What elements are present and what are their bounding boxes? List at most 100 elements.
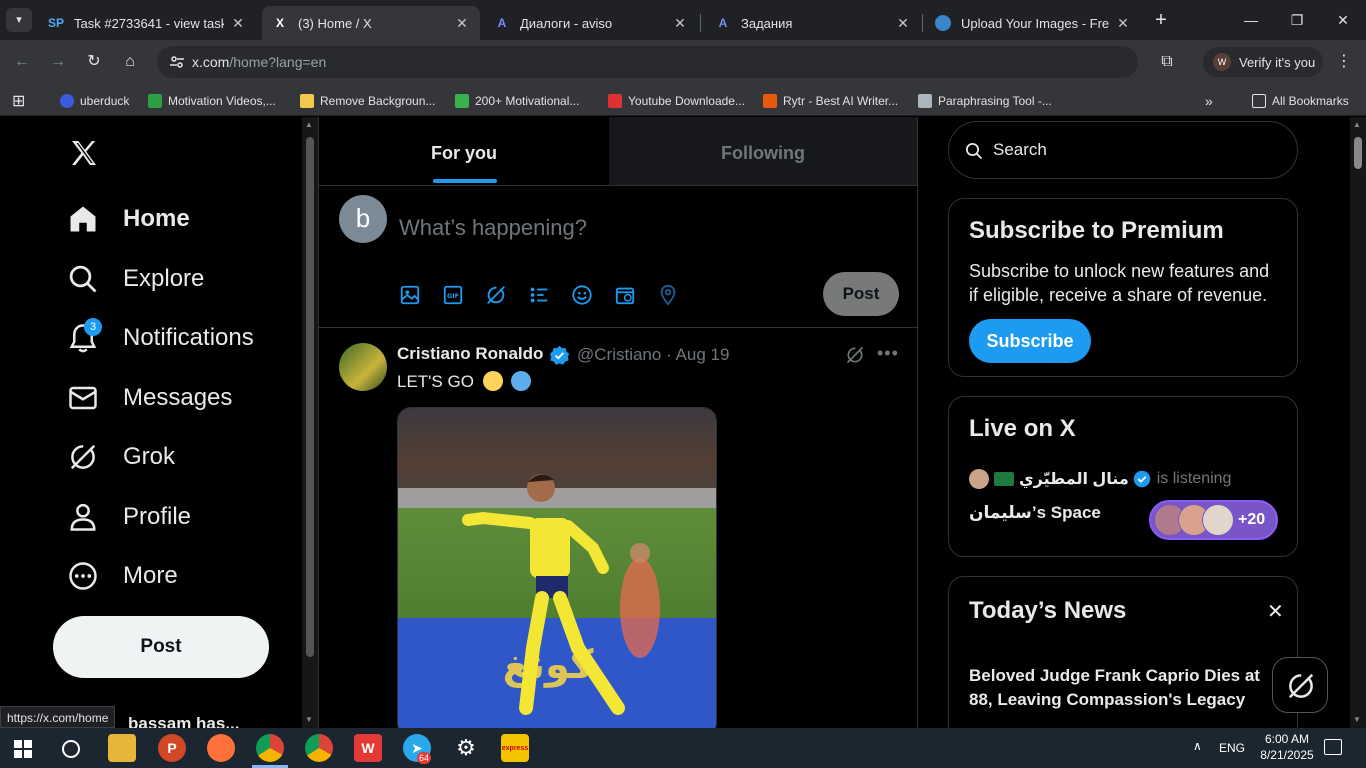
x-logo-icon[interactable] — [68, 137, 100, 169]
scrollbar-thumb[interactable] — [306, 137, 314, 657]
clock[interactable]: 6:00 AM 8/21/2025 — [1254, 731, 1320, 763]
back-icon[interactable]: ← — [10, 50, 34, 74]
express-app-icon[interactable]: express — [501, 734, 529, 762]
scrollbar-thumb[interactable] — [1354, 137, 1362, 169]
listeners-count: +20 — [1238, 511, 1266, 528]
bookmark-rytr[interactable]: Rytr - Best AI Writer... — [763, 92, 898, 110]
bookmark-youtube-downloader[interactable]: Youtube Downloade... — [608, 92, 745, 110]
active-tab-indicator — [433, 179, 497, 183]
nav-profile[interactable]: Profile — [68, 497, 191, 537]
more-options-icon[interactable]: ••• — [877, 343, 899, 364]
cortana-search-icon[interactable] — [62, 740, 80, 758]
bookmark-remove-background[interactable]: Remove Backgroun... — [300, 92, 435, 110]
address-bar[interactable]: x.com/home?lang=en — [157, 46, 1138, 78]
reload-icon[interactable]: ↻ — [82, 50, 106, 74]
tab-zadaniya[interactable]: A Задания ✕ — [705, 6, 921, 40]
tab-for-you[interactable]: For you — [319, 117, 609, 185]
bookmark-paraphrasing[interactable]: Paraphrasing Tool -... — [918, 92, 1052, 110]
wps-presentation-icon[interactable]: P — [158, 734, 186, 762]
close-icon[interactable]: ✕ — [1115, 15, 1131, 31]
close-icon[interactable]: ✕ — [895, 15, 911, 31]
tab-following[interactable]: Following — [609, 117, 917, 185]
language-indicator[interactable]: ENG — [1219, 741, 1245, 755]
scroll-down-icon[interactable]: ▼ — [1353, 715, 1361, 724]
compose-post-button[interactable]: Post — [823, 272, 899, 316]
close-icon[interactable]: ✕ — [672, 15, 688, 31]
maximize-icon[interactable]: ❐ — [1282, 8, 1312, 32]
listeners-pill[interactable]: +20 — [1149, 500, 1278, 540]
file-explorer-icon[interactable] — [108, 734, 136, 762]
tray-overflow-icon[interactable]: ∧ — [1193, 739, 1202, 753]
avatar[interactable] — [339, 343, 387, 391]
scrollbar[interactable]: ▲ ▼ — [302, 117, 318, 728]
avatar[interactable]: b — [339, 195, 387, 243]
bookmark-uberduck[interactable]: uberduck — [60, 92, 129, 110]
close-icon[interactable]: ✕ — [230, 15, 246, 31]
nav-more[interactable]: More — [68, 556, 178, 596]
action-center-icon[interactable] — [1324, 739, 1342, 755]
x-logo-icon: X — [275, 16, 284, 30]
chrome-icon[interactable] — [305, 734, 333, 762]
nav-label: Home — [123, 205, 190, 232]
settings-gear-icon[interactable]: ⚙ — [452, 734, 480, 762]
tab-upload-images[interactable]: Upload Your Images - Free In ✕ — [925, 6, 1141, 40]
tab-label: Following — [721, 143, 805, 163]
windows-start-icon[interactable] — [14, 740, 32, 758]
tweet-image[interactable]: كونغ — [397, 407, 717, 728]
compose-input[interactable]: What’s happening? — [399, 215, 587, 241]
tab-x-home[interactable]: X (3) Home / X ✕ — [262, 6, 480, 40]
live-space-title[interactable]: سليمان’s Space — [969, 503, 1101, 523]
account-switcher[interactable]: bassam has... — [128, 714, 240, 728]
verify-profile-button[interactable]: W Verify it's you — [1203, 47, 1323, 77]
nav-home[interactable]: Home — [68, 199, 190, 239]
window-close-icon[interactable]: ✕ — [1328, 8, 1358, 32]
extensions-icon[interactable]: ⧉ — [1155, 50, 1179, 74]
image-icon[interactable] — [399, 284, 421, 306]
tweet-date[interactable]: Aug 19 — [676, 345, 730, 364]
bookmark-motivation-videos[interactable]: Motivation Videos,... — [148, 92, 276, 110]
apps-grid-icon[interactable]: ⊞ — [12, 92, 25, 110]
grok-icon[interactable] — [485, 284, 507, 306]
menu-kebab-icon[interactable]: ⋮ — [1332, 50, 1356, 74]
chrome-icon[interactable] — [256, 734, 284, 762]
nav-grok[interactable]: Grok — [68, 437, 175, 477]
close-icon[interactable]: ✕ — [1267, 599, 1284, 624]
tab-search-button[interactable]: ▾ — [6, 8, 32, 32]
scroll-up-icon[interactable]: ▲ — [305, 120, 313, 129]
forward-icon[interactable]: → — [46, 50, 70, 74]
emoji-icon[interactable] — [571, 284, 593, 306]
close-icon[interactable]: ✕ — [454, 15, 470, 31]
post-button[interactable]: Post — [53, 616, 269, 678]
tweet-handle[interactable]: @Cristiano — [577, 345, 661, 364]
bookmark-label: Motivation Videos,... — [168, 94, 276, 108]
location-icon[interactable] — [657, 284, 679, 306]
scroll-up-icon[interactable]: ▲ — [1353, 120, 1361, 129]
schedule-icon[interactable] — [614, 284, 636, 306]
grok-floating-button[interactable] — [1272, 657, 1328, 713]
tab-aviso[interactable]: A Диалоги - aviso ✕ — [484, 6, 698, 40]
search-input[interactable]: Search — [948, 121, 1298, 179]
nav-explore[interactable]: Explore — [68, 259, 204, 299]
bookmarks-overflow-icon[interactable]: » — [1205, 92, 1213, 110]
home-page-icon[interactable]: ⌂ — [118, 50, 142, 74]
poll-icon[interactable] — [528, 284, 550, 306]
scrollbar[interactable]: ▲ ▼ — [1350, 117, 1366, 728]
live-host-row[interactable]: منال المطيّري is listening — [969, 469, 1231, 489]
gif-icon[interactable]: GIF — [442, 284, 464, 306]
clock-date: 8/21/2025 — [1260, 748, 1314, 762]
tab-task[interactable]: SP Task #2733641 - view task ✕ — [38, 6, 256, 40]
scroll-down-icon[interactable]: ▼ — [305, 715, 313, 724]
grok-icon[interactable] — [845, 345, 865, 365]
site-info-icon[interactable] — [169, 54, 185, 70]
tweet-author-name[interactable]: Cristiano Ronaldo — [397, 344, 543, 364]
subscribe-button[interactable]: Subscribe — [969, 319, 1091, 363]
bookmark-motivational[interactable]: 200+ Motivational... — [455, 92, 579, 110]
notifications-badge: 3 — [84, 318, 102, 336]
wps-office-icon[interactable]: W — [354, 734, 382, 762]
nav-messages[interactable]: Messages — [68, 378, 232, 418]
minimize-icon[interactable]: — — [1236, 8, 1266, 32]
new-tab-icon[interactable]: + — [1146, 8, 1176, 32]
news-headline[interactable]: Beloved Judge Frank Caprio Dies at 88, L… — [969, 664, 1279, 712]
firefox-icon[interactable] — [207, 734, 235, 762]
all-bookmarks[interactable]: All Bookmarks — [1252, 92, 1349, 110]
